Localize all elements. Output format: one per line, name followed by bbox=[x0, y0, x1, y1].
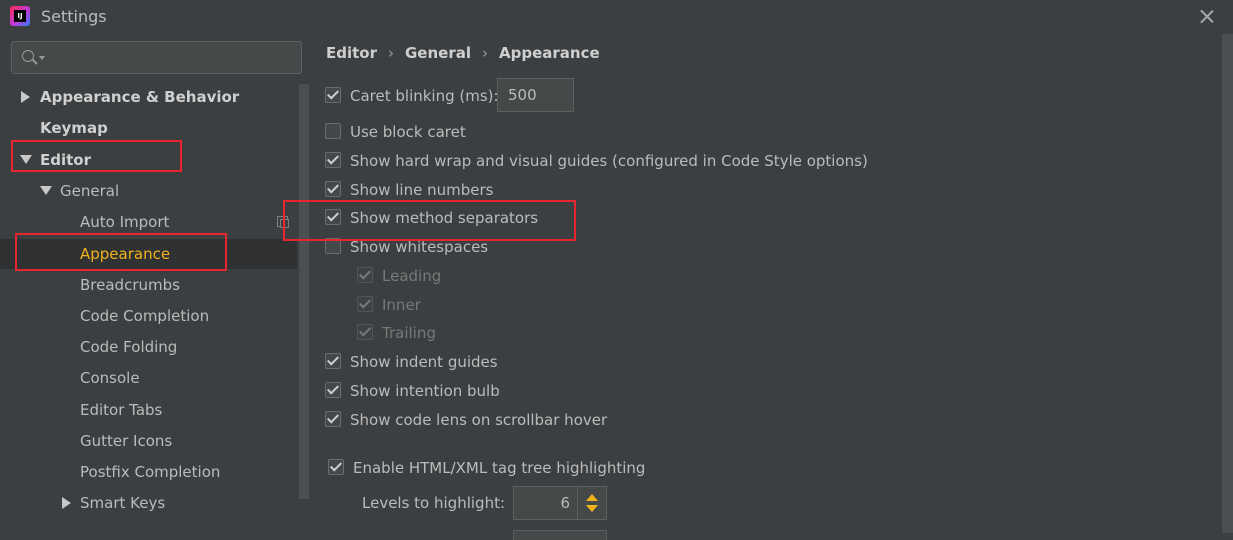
intellij-app-icon: IJ bbox=[10, 6, 30, 26]
inner-label: Inner bbox=[382, 296, 421, 314]
trailing-label: Trailing bbox=[382, 324, 436, 342]
settings-sidebar: Appearance & Behavior Keymap Editor Gene… bbox=[0, 34, 310, 533]
sidebar-item-gutter-icons[interactable]: Gutter Icons bbox=[80, 427, 172, 455]
sidebar-item-editor[interactable]: Editor bbox=[40, 146, 91, 174]
method-separators-label: Show method separators bbox=[350, 209, 539, 227]
levels-value[interactable]: 6 bbox=[560, 487, 570, 519]
close-icon[interactable] bbox=[1195, 5, 1219, 29]
sidebar-item-console[interactable]: Console bbox=[80, 364, 140, 392]
sidebar-item-editor-tabs[interactable]: Editor Tabs bbox=[80, 396, 162, 424]
intention-bulb-label: Show intention bulb bbox=[350, 382, 500, 400]
chevron-down-icon[interactable] bbox=[39, 56, 45, 60]
breadcrumb: Editor › General › Appearance bbox=[326, 44, 600, 62]
indent-guides-checkbox[interactable] bbox=[325, 352, 341, 369]
breadcrumb-item: Appearance bbox=[499, 44, 600, 62]
hard-wrap-checkbox[interactable] bbox=[325, 151, 341, 168]
caret-blinking-field[interactable]: 500 bbox=[497, 78, 574, 112]
sidebar-item-general[interactable]: General bbox=[60, 177, 119, 205]
inner-option: Inner bbox=[357, 293, 421, 317]
whitespaces-checkbox[interactable] bbox=[325, 237, 341, 254]
levels-label: Levels to highlight: bbox=[362, 494, 506, 512]
app-icon-text: IJ bbox=[14, 10, 26, 22]
arrow-down-icon[interactable] bbox=[586, 505, 598, 512]
line-numbers-option[interactable]: Show line numbers bbox=[325, 178, 493, 202]
line-numbers-label: Show line numbers bbox=[350, 181, 494, 199]
use-block-caret-option[interactable]: Use block caret bbox=[325, 120, 466, 144]
sidebar-scrollbar[interactable] bbox=[299, 84, 309, 499]
breadcrumb-item[interactable]: General bbox=[405, 44, 471, 62]
hard-wrap-label: Show hard wrap and visual guides (config… bbox=[350, 152, 868, 170]
sidebar-item-code-completion[interactable]: Code Completion bbox=[80, 302, 209, 330]
copy-icon bbox=[277, 216, 289, 228]
sidebar-item-appearance-behavior[interactable]: Appearance & Behavior bbox=[40, 83, 239, 111]
trailing-option: Trailing bbox=[357, 321, 436, 345]
breadcrumb-separator: › bbox=[388, 44, 394, 62]
collapse-arrow-icon[interactable] bbox=[20, 155, 32, 164]
search-icon[interactable] bbox=[22, 50, 34, 62]
caret-blinking-label: Caret blinking (ms): bbox=[350, 87, 499, 105]
breadcrumb-item[interactable]: Editor bbox=[326, 44, 377, 62]
expand-arrow-icon[interactable] bbox=[62, 497, 71, 509]
inner-checkbox bbox=[357, 295, 373, 312]
code-lens-option[interactable]: Show code lens on scrollbar hover bbox=[325, 408, 607, 432]
intention-bulb-option[interactable]: Show intention bulb bbox=[325, 379, 500, 403]
indent-guides-label: Show indent guides bbox=[350, 353, 498, 371]
breadcrumb-separator: › bbox=[482, 44, 488, 62]
search-box[interactable] bbox=[11, 41, 302, 74]
settings-content: Editor › General › Appearance Caret blinking… bbox=[311, 34, 1233, 540]
sidebar-item-appearance[interactable]: Appearance bbox=[80, 240, 170, 268]
leading-option: Leading bbox=[357, 264, 441, 288]
code-lens-checkbox[interactable] bbox=[325, 410, 341, 427]
tag-tree-checkbox[interactable] bbox=[328, 458, 344, 475]
sidebar-item-smart-keys[interactable]: Smart Keys bbox=[80, 489, 165, 517]
next-spinner-partial[interactable] bbox=[513, 530, 607, 540]
arrow-up-icon[interactable] bbox=[586, 494, 598, 501]
line-numbers-checkbox[interactable] bbox=[325, 180, 341, 197]
method-separators-option[interactable]: Show method separators bbox=[325, 206, 538, 230]
content-scrollbar[interactable] bbox=[1222, 34, 1233, 533]
caret-blinking-checkbox[interactable] bbox=[325, 86, 341, 103]
tag-tree-label: Enable HTML/XML tag tree highlighting bbox=[353, 459, 646, 477]
collapse-arrow-icon[interactable] bbox=[40, 186, 52, 195]
method-separators-checkbox[interactable] bbox=[325, 208, 341, 225]
hard-wrap-option[interactable]: Show hard wrap and visual guides (config… bbox=[325, 149, 868, 173]
sidebar-item-keymap[interactable]: Keymap bbox=[40, 114, 108, 142]
title-bar: IJ Settings bbox=[0, 0, 1233, 34]
indent-guides-option[interactable]: Show indent guides bbox=[325, 350, 498, 374]
search-input[interactable] bbox=[50, 46, 294, 70]
intention-bulb-checkbox[interactable] bbox=[325, 381, 341, 398]
spinner-buttons[interactable] bbox=[577, 487, 606, 519]
expand-arrow-icon[interactable] bbox=[21, 91, 30, 103]
levels-spinner[interactable]: 6 bbox=[513, 486, 607, 520]
use-block-caret-checkbox[interactable] bbox=[325, 122, 341, 139]
sidebar-item-breadcrumbs[interactable]: Breadcrumbs bbox=[80, 271, 180, 299]
leading-label: Leading bbox=[382, 267, 442, 285]
sidebar-item-auto-import[interactable]: Auto Import bbox=[80, 208, 169, 236]
whitespaces-option[interactable]: Show whitespaces bbox=[325, 235, 488, 259]
tag-tree-option[interactable]: Enable HTML/XML tag tree highlighting bbox=[328, 456, 645, 480]
whitespaces-label: Show whitespaces bbox=[350, 238, 489, 256]
use-block-caret-label: Use block caret bbox=[350, 123, 466, 141]
code-lens-label: Show code lens on scrollbar hover bbox=[350, 411, 608, 429]
leading-checkbox bbox=[357, 266, 373, 283]
sidebar-item-code-folding[interactable]: Code Folding bbox=[80, 333, 177, 361]
window-title: Settings bbox=[41, 7, 107, 26]
sidebar-item-postfix-completion[interactable]: Postfix Completion bbox=[80, 458, 220, 486]
trailing-checkbox bbox=[357, 323, 373, 340]
caret-blinking-option[interactable]: Caret blinking (ms): bbox=[325, 84, 499, 108]
